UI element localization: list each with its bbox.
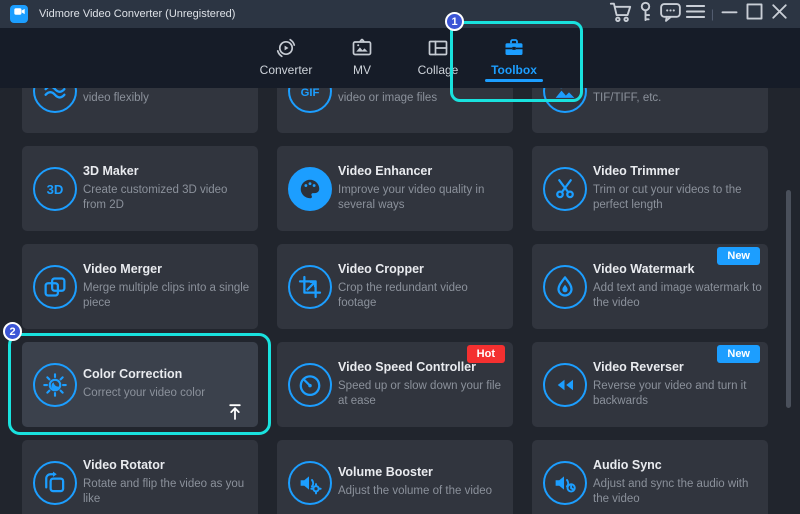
card-description: Trim or cut your videos to the perfect l… [593, 183, 762, 213]
tab-label: MV [353, 63, 371, 77]
card-description: Speed up or slow down your file at ease [338, 379, 507, 409]
app-logo-icon [10, 5, 28, 23]
maximize-button[interactable] [742, 2, 767, 26]
card-title: 3D Maker [83, 164, 252, 178]
video-reverser-card[interactable]: Video ReverserReverse your video and tur… [532, 342, 768, 427]
card-description: Adjust and sync the audio with the video [593, 477, 762, 507]
card-description: Improve your video quality in several wa… [338, 183, 507, 213]
video-merger-icon [33, 265, 77, 309]
video-enhancer-icon [288, 167, 332, 211]
video-cropper-icon [288, 265, 332, 309]
card-title: Video Cropper [338, 262, 507, 276]
card-text: Audio Sync Adjust and sync the audio with… [593, 458, 762, 507]
collage-tab-icon [426, 36, 450, 60]
card-text: Video ReverserReverse your video and tur… [593, 360, 762, 409]
card-description: Reverse your video and turn it backwards [593, 379, 762, 409]
card-text: Video Merger Merge multiple clips into a … [83, 262, 252, 311]
card-description: Create customized 3D video from 2D [83, 183, 252, 213]
card-title: Video Enhancer [338, 164, 507, 178]
card-text: Video Enhancer Improve your video quality… [338, 164, 507, 213]
3d-maker-card[interactable]: 3D 3D Maker Create customized 3D video fro… [22, 146, 258, 231]
close-button[interactable] [767, 2, 792, 26]
app-window: Vidmore Video Converter (Unregistered) |… [0, 0, 800, 514]
card-title: Volume Booster [338, 465, 507, 479]
video-cropper-card[interactable]: Video Cropper Crop the redundant video fo… [277, 244, 513, 329]
main-nav: Converter MV Collage Toolbox [0, 28, 800, 88]
color-correction-icon [33, 363, 77, 407]
tab-mv[interactable]: MV [324, 28, 400, 88]
open-tool-arrow-icon[interactable] [225, 402, 245, 422]
speed-controller-icon [288, 363, 332, 407]
titlebar-separator: | [711, 7, 714, 21]
callout-step-1-badge: 1 [445, 12, 464, 31]
video-trimmer-card[interactable]: Video Trimmer Trim or cut your videos to … [532, 146, 768, 231]
minimize-button[interactable] [717, 2, 742, 26]
titlebar: Vidmore Video Converter (Unregistered) | [0, 0, 800, 28]
card-text: 3D Maker Create customized 3D video from … [83, 164, 252, 213]
card-description: Rotate and flip the video as you like [83, 477, 252, 507]
card-description: Crop the redundant video footage [338, 281, 507, 311]
card-text: Video WatermarkAdd text and image waterm… [593, 262, 762, 311]
card-description: Adjust the volume of the video [338, 484, 507, 499]
card-text: Video Rotator Rotate and flip the video a… [83, 458, 252, 507]
card-text: Color Correction Correct your video color [83, 367, 252, 401]
svg-text:GIF: GIF [301, 86, 320, 98]
volume-booster-card[interactable]: Volume Booster Adjust the volume of the v… [277, 440, 513, 514]
cart-icon[interactable] [608, 2, 633, 26]
card-text: Video Trimmer Trim or cut your videos to … [593, 164, 762, 213]
card-title: Video Rotator [83, 458, 252, 472]
window-title: Vidmore Video Converter (Unregistered) [39, 8, 235, 20]
card-description: Merge multiple clips into a single piece [83, 281, 252, 311]
card-title: Audio Sync [593, 458, 762, 472]
converter-tab-icon [274, 36, 298, 60]
tab-collage[interactable]: Collage [400, 28, 476, 88]
card-title: Color Correction [83, 367, 252, 381]
video-rotator-icon [33, 461, 77, 505]
color-correction-card[interactable]: Color Correction Correct your video color [22, 342, 258, 427]
card-text: Volume Booster Adjust the volume of the v… [338, 465, 507, 499]
volume-booster-icon [288, 461, 332, 505]
card-title: Video Merger [83, 262, 252, 276]
video-enhancer-card[interactable]: Video Enhancer Improve your video quality… [277, 146, 513, 231]
video-trimmer-icon [543, 167, 587, 211]
card-text: Video Cropper Crop the redundant video fo… [338, 262, 507, 311]
audio-sync-icon [543, 461, 587, 505]
feedback-icon[interactable] [658, 2, 683, 26]
speed-controller-card[interactable]: Video Speed ControllerSpeed up or slow d… [277, 342, 513, 427]
3d-maker-icon: 3D [33, 167, 77, 211]
vertical-scrollbar[interactable] [786, 190, 791, 408]
titlebar-controls: | [608, 2, 800, 26]
card-description: Correct your video color [83, 386, 252, 401]
video-rotator-card[interactable]: Video Rotator Rotate and flip the video a… [22, 440, 258, 514]
badge-hot: Hot [467, 345, 505, 363]
toolbox-tab-icon [502, 36, 526, 60]
video-merger-card[interactable]: Video Merger Merge multiple clips into a … [22, 244, 258, 329]
video-watermark-card[interactable]: Video WatermarkAdd text and image waterm… [532, 244, 768, 329]
video-watermark-icon [543, 265, 587, 309]
card-description: Add text and image watermark to the vide… [593, 281, 762, 311]
mv-tab-icon [350, 36, 374, 60]
menu-icon[interactable] [683, 2, 708, 26]
callout-step-2-badge: 2 [3, 322, 22, 341]
toolbox-grid: Remove the watermark from the video flex… [22, 48, 768, 514]
tab-label: Toolbox [491, 63, 537, 77]
register-key-icon[interactable] [633, 2, 658, 26]
tab-label: Collage [418, 63, 459, 77]
video-reverser-icon [543, 363, 587, 407]
card-text: Video Speed ControllerSpeed up or slow d… [338, 360, 507, 409]
active-tab-underline [485, 79, 543, 82]
tab-converter[interactable]: Converter [248, 28, 324, 88]
badge-new: New [717, 247, 760, 265]
svg-text:3D: 3D [47, 182, 64, 197]
tab-toolbox[interactable]: Toolbox [476, 28, 552, 88]
audio-sync-card[interactable]: Audio Sync Adjust and sync the audio with… [532, 440, 768, 514]
tab-label: Converter [260, 63, 313, 77]
badge-new: New [717, 345, 760, 363]
card-title: Video Trimmer [593, 164, 762, 178]
